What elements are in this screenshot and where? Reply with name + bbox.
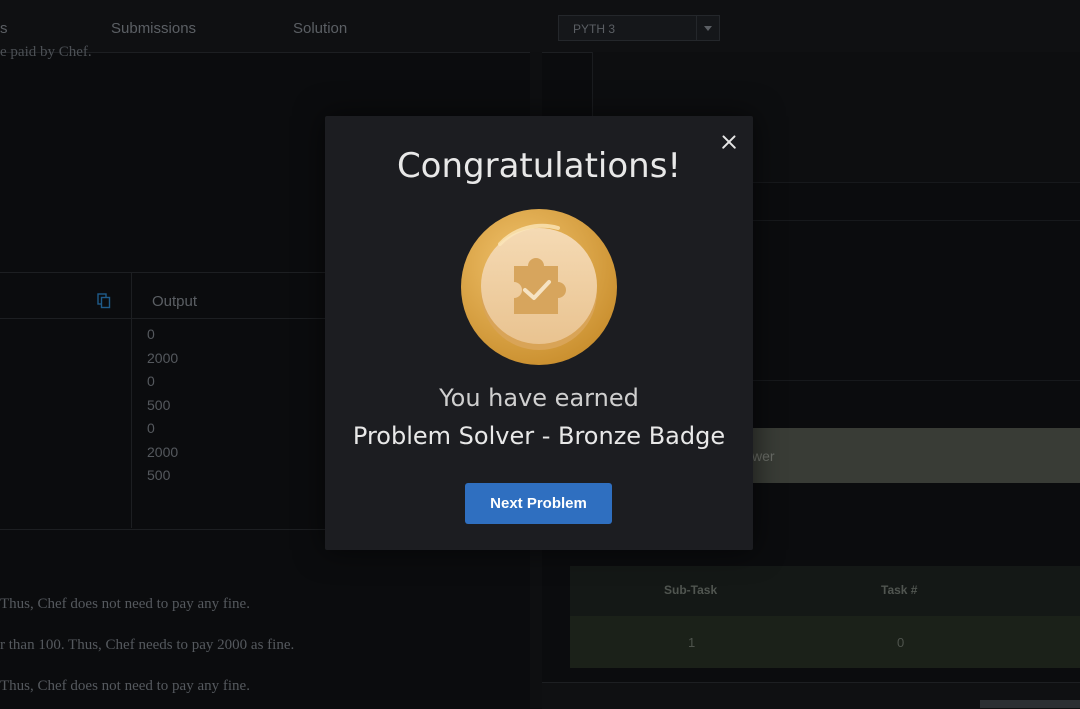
modal-title: Congratulations!	[396, 146, 682, 186]
output-line: 500	[147, 396, 171, 413]
result-table-header-cell: Task #	[881, 583, 918, 597]
output-line: 2000	[147, 349, 179, 366]
language-select-value: PYTH 3	[573, 22, 616, 36]
output-line: 2000	[147, 443, 179, 460]
tab-submissions[interactable]: Submissions	[111, 20, 196, 37]
tab-problem[interactable]: s	[0, 20, 8, 37]
explanation-line: r than 100. Thus, Chef needs to pay 2000…	[0, 637, 295, 653]
earned-text: You have earned	[439, 384, 639, 412]
output-column-header: Output	[152, 293, 198, 310]
problem-statement-text: e paid by Chef.	[0, 44, 92, 60]
copy-icon[interactable]	[97, 293, 111, 309]
result-table-header-cell: Sub-Task	[664, 583, 718, 597]
badge-earned-modal: Congratulations! You have earned Problem…	[325, 116, 753, 550]
badge-name: Problem Solver - Bronze Badge	[352, 422, 726, 450]
next-problem-button[interactable]: Next Problem	[465, 483, 612, 524]
status-banner-text: wer	[752, 448, 775, 464]
output-line: 500	[147, 467, 171, 483]
language-select-toggle[interactable]	[696, 16, 719, 40]
output-line: 0	[147, 326, 155, 342]
language-select[interactable]: PYTH 3	[558, 15, 720, 41]
result-table-row	[570, 616, 1080, 668]
result-table-header	[570, 566, 1080, 616]
bronze-badge-medal-icon	[461, 209, 617, 365]
bottom-toolbar-button[interactable]	[980, 700, 1080, 708]
tab-solution[interactable]: Solution	[293, 20, 347, 37]
explanation-line: Thus, Chef does not need to pay any fine…	[0, 596, 250, 612]
io-column-separator	[131, 272, 132, 528]
result-table-cell: 0	[897, 635, 905, 650]
output-line: 0	[147, 373, 155, 389]
output-line: 0	[147, 420, 155, 436]
top-nav-bar: s Submissions Solution	[0, 0, 1080, 53]
explanation-line: Thus, Chef does not need to pay any fine…	[0, 678, 250, 694]
result-table-cell: 1	[688, 635, 696, 650]
chevron-down-icon	[704, 26, 712, 31]
